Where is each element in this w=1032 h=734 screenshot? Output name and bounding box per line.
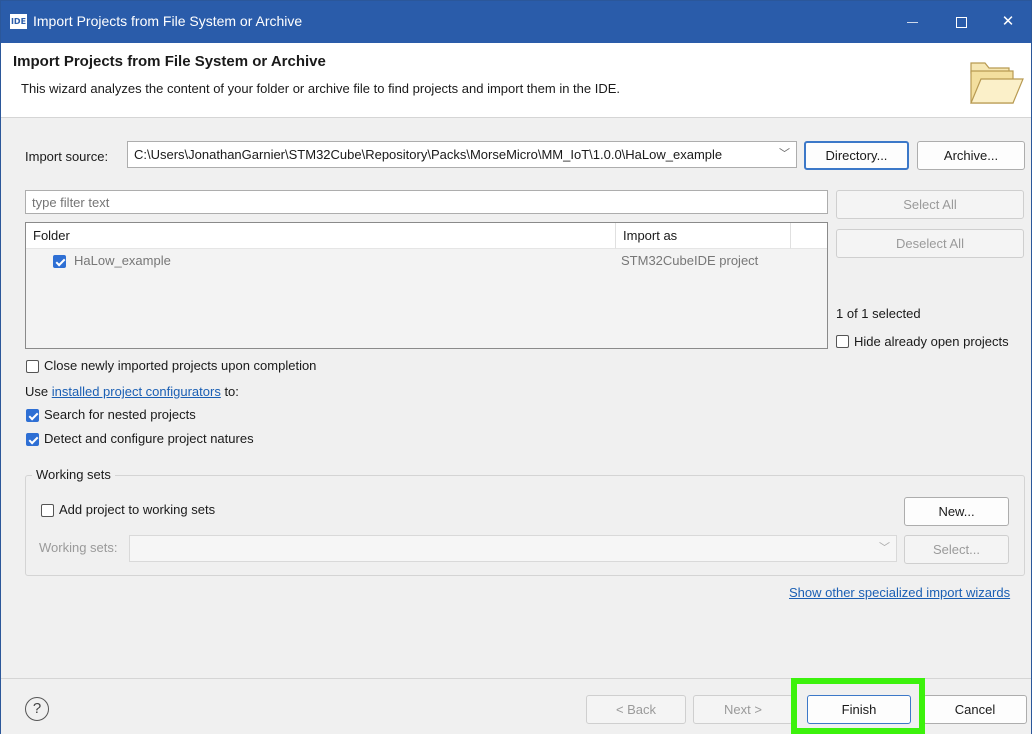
maximize-icon <box>955 16 967 28</box>
selection-status: 1 of 1 selected <box>836 306 921 321</box>
chevron-down-icon: ﹀ <box>779 148 790 160</box>
project-folder-name[interactable]: HaLow_example <box>74 253 171 268</box>
project-checkbox[interactable] <box>53 255 66 268</box>
close-button[interactable]: ✕ <box>985 1 1031 43</box>
select-all-button[interactable]: Select All <box>836 190 1024 219</box>
close-icon: ✕ <box>1001 13 1015 30</box>
filter-input[interactable] <box>25 190 828 214</box>
search-nested-checkbox[interactable] <box>26 409 39 422</box>
search-nested-label[interactable]: Search for nested projects <box>44 407 196 422</box>
detect-natures-label[interactable]: Detect and configure project natures <box>44 431 254 446</box>
new-working-set-button[interactable]: New... <box>904 497 1009 526</box>
minimize-button[interactable] <box>889 1 935 43</box>
deselect-all-button[interactable]: Deselect All <box>836 229 1024 258</box>
configurators-prefix: Use <box>25 384 52 399</box>
detect-natures-checkbox[interactable] <box>26 433 39 446</box>
next-button[interactable]: Next > <box>693 695 793 724</box>
minimize-icon <box>906 21 918 23</box>
configurators-suffix: to: <box>220 384 239 399</box>
chevron-down-icon: ﹀ <box>879 542 890 554</box>
back-button[interactable]: < Back <box>586 695 686 724</box>
help-icon[interactable]: ? <box>25 697 49 721</box>
title-bar: IDE Import Projects from File System or … <box>1 1 1031 43</box>
add-to-working-sets-checkbox[interactable] <box>41 504 54 517</box>
projects-table[interactable]: Folder Import as HaLow_example STM32Cube… <box>25 222 828 349</box>
other-import-wizards-link[interactable]: Show other specialized import wizards <box>789 585 1010 600</box>
close-projects-checkbox[interactable] <box>26 360 39 373</box>
hide-open-projects-checkbox[interactable] <box>836 335 849 348</box>
column-header-import-as[interactable]: Import as <box>616 223 791 249</box>
working-sets-combo[interactable]: ﹀ <box>129 535 897 562</box>
configurators-text: Use installed project configurators to: <box>25 384 239 399</box>
window-title: Import Projects from File System or Arch… <box>33 13 303 29</box>
add-to-working-sets-label[interactable]: Add project to working sets <box>59 502 215 517</box>
directory-button[interactable]: Directory... <box>804 141 909 170</box>
import-source-value: C:\Users\JonathanGarnier\STM32Cube\Repos… <box>134 147 723 162</box>
import-source-combo[interactable]: C:\Users\JonathanGarnier\STM32Cube\Repos… <box>127 141 797 168</box>
configurators-link[interactable]: installed project configurators <box>52 384 221 399</box>
working-sets-label: Working sets: <box>39 540 118 555</box>
archive-button[interactable]: Archive... <box>917 141 1025 170</box>
project-import-type: STM32CubeIDE project <box>621 253 759 268</box>
cancel-button[interactable]: Cancel <box>923 695 1027 724</box>
wizard-header: Import Projects from File System or Arch… <box>1 43 1031 118</box>
hide-open-projects-label[interactable]: Hide already open projects <box>854 334 1009 349</box>
select-working-sets-button[interactable]: Select... <box>904 535 1009 564</box>
column-header-filler <box>791 223 827 249</box>
working-sets-group-title: Working sets <box>32 467 115 482</box>
import-dialog: IDE Import Projects from File System or … <box>0 0 1032 734</box>
folder-open-icon <box>970 62 1024 104</box>
close-projects-label[interactable]: Close newly imported projects upon compl… <box>44 358 316 373</box>
page-description: This wizard analyzes the content of your… <box>21 81 621 96</box>
ide-app-icon: IDE <box>10 14 27 29</box>
maximize-button[interactable] <box>938 1 984 43</box>
finish-highlight-box <box>791 678 925 734</box>
column-header-folder[interactable]: Folder <box>26 223 616 249</box>
page-title: Import Projects from File System or Arch… <box>13 53 326 70</box>
import-source-label: Import source: <box>25 149 109 164</box>
